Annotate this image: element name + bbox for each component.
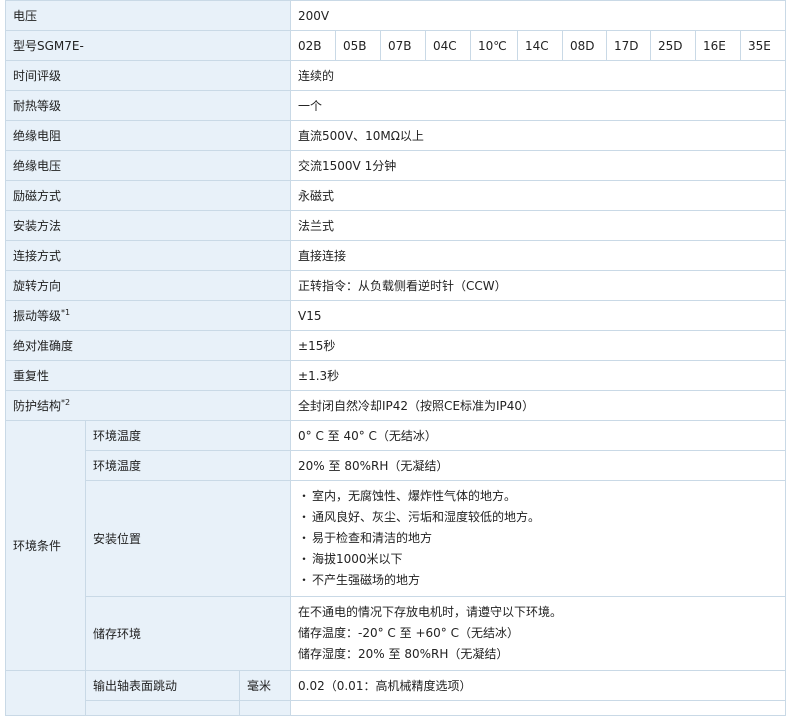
row-repeatability: 重复性 ±1.3秒: [4, 360, 787, 391]
vibration-label: 振动等级: [13, 308, 62, 323]
row-heat-class: 耐热等级 一个: [4, 90, 787, 121]
row-connection: 连接方式 直接连接: [4, 240, 787, 271]
environment-label: 环境条件: [5, 420, 86, 671]
row-install-location: 安装位置 ・室内，无腐蚀性、爆炸性气体的地方。 ・通风良好、灰尘、污垢和湿度较低…: [6, 480, 787, 597]
row-protection: 防护结构*2 全封闭自然冷却IP42（按照CE标准为IP40）: [4, 390, 787, 421]
cut-off-cell: [290, 700, 787, 716]
row-storage: 储存环境 在不通电的情况下存放电机时，请遵守以下环境。 储存温度：-20° C …: [6, 596, 787, 671]
storage-line: 在不通电的情况下存放电机时，请遵守以下环境。: [298, 605, 563, 619]
bullet-icon: ・: [298, 510, 311, 524]
ambient-temp-value: 0° C 至 40° C（无结冰）: [290, 420, 787, 451]
connection-label: 连接方式: [4, 240, 292, 271]
list-item: ・不产生强磁场的地方: [298, 570, 778, 591]
row-time-rating: 时间评级 连续的: [4, 60, 787, 91]
row-mounting: 安装方法 法兰式: [4, 210, 787, 241]
model-code: 17D: [606, 30, 652, 61]
abs-accuracy-label: 绝对准确度: [4, 330, 292, 361]
model-code: 07B: [380, 30, 427, 61]
model-code: 16E: [695, 30, 742, 61]
heat-class-value: 一个: [290, 90, 787, 121]
row-insulation-resistance: 绝缘电阻 直流500V、10MΩ以上: [4, 120, 787, 151]
vibration-value: V15: [290, 300, 787, 331]
insulation-resistance-value: 直流500V、10MΩ以上: [290, 120, 787, 151]
insulation-resistance-label: 绝缘电阻: [4, 120, 292, 151]
install-location-label: 安装位置: [84, 480, 292, 597]
heat-class-label: 耐热等级: [4, 90, 292, 121]
ambient-temp-label: 环境温度: [84, 420, 292, 451]
repeatability-value: ±1.3秒: [290, 360, 787, 391]
runout-value: 0.02（0.01：高机械精度选项）: [290, 670, 787, 701]
insulation-voltage-label: 绝缘电压: [4, 150, 292, 181]
bullet-icon: ・: [298, 531, 311, 545]
bullet-icon: ・: [298, 552, 311, 566]
row-ambient-humidity: 环境温度 20% 至 80%RH（无凝结）: [6, 450, 787, 481]
protection-label-cell: 防护结构*2: [4, 390, 292, 421]
voltage-label: 电压: [4, 0, 292, 31]
mounting-value: 法兰式: [290, 210, 787, 241]
model-code: 02B: [290, 30, 337, 61]
list-item: ・通风良好、灰尘、污垢和湿度较低的地方。: [298, 507, 778, 528]
protection-label: 防护结构: [13, 398, 62, 413]
cut-off-cell: [85, 700, 240, 716]
storage-line: 储存温度：-20° C 至 +60° C（无结冰）: [298, 626, 519, 640]
cut-off-cell: [238, 700, 292, 716]
install-location-list: ・室内，无腐蚀性、爆炸性气体的地方。 ・通风良好、灰尘、污垢和湿度较低的地方。 …: [298, 486, 778, 591]
model-code: 10℃: [470, 30, 519, 61]
list-item-text: 不产生强磁场的地方: [312, 573, 421, 587]
storage-value: 在不通电的情况下存放电机时，请遵守以下环境。 储存温度：-20° C 至 +60…: [290, 596, 787, 671]
row-model: 型号SGM7E- 02B 05B 07B 04C 10℃ 14C 08D 17D…: [4, 30, 787, 61]
time-rating-value: 连续的: [290, 60, 787, 91]
row-runout: 输出轴表面跳动 毫米 0.02（0.01：高机械精度选项）: [5, 670, 787, 716]
rotation-value: 正转指令：从负载侧看逆时针（CCW）: [290, 270, 787, 301]
row-voltage: 电压 200V: [4, 0, 787, 31]
storage-label: 储存环境: [84, 596, 292, 671]
vibration-label-cell: 振动等级*1: [4, 300, 292, 331]
model-code: 14C: [517, 30, 564, 61]
model-code: 08D: [562, 30, 608, 61]
storage-line: 储存湿度：20% 至 80%RH（无凝结）: [298, 647, 509, 661]
ambient-humidity-value: 20% 至 80%RH（无凝结）: [290, 450, 787, 481]
list-item: ・室内，无腐蚀性、爆炸性气体的地方。: [298, 486, 778, 507]
row-abs-accuracy: 绝对准确度 ±15秒: [4, 330, 787, 361]
model-code: 05B: [335, 30, 382, 61]
row-insulation-voltage: 绝缘电压 交流1500V 1分钟: [4, 150, 787, 181]
list-item-text: 通风良好、灰尘、污垢和湿度较低的地方。: [312, 510, 541, 524]
row-rotation: 旋转方向 正转指令：从负载侧看逆时针（CCW）: [4, 270, 787, 301]
rotation-label: 旋转方向: [4, 270, 292, 301]
model-code: 04C: [425, 30, 472, 61]
runout-label: 输出轴表面跳动: [85, 670, 240, 701]
ambient-humidity-label: 环境温度: [84, 450, 292, 481]
list-item: ・海拔1000米以下: [298, 549, 778, 570]
runout-unit: 毫米: [238, 670, 292, 701]
list-item: ・易于检查和清洁的地方: [298, 528, 778, 549]
bullet-icon: ・: [298, 489, 311, 503]
list-item-text: 室内，无腐蚀性、爆炸性气体的地方。: [312, 489, 517, 503]
model-code: 35E: [740, 30, 787, 61]
spec-table: 电压 200V 型号SGM7E- 02B 05B 07B 04C 10℃ 14C…: [4, 0, 787, 716]
voltage-value: 200V: [290, 0, 787, 31]
row-excitation: 励磁方式 永磁式: [4, 180, 787, 211]
mounting-label: 安装方法: [4, 210, 292, 241]
time-rating-label: 时间评级: [4, 60, 292, 91]
abs-accuracy-value: ±15秒: [290, 330, 787, 361]
connection-value: 直接连接: [290, 240, 787, 271]
insulation-voltage-value: 交流1500V 1分钟: [290, 150, 787, 181]
model-label: 型号SGM7E-: [4, 30, 292, 61]
footnote-marker: *2: [61, 397, 71, 407]
bullet-icon: ・: [298, 573, 311, 587]
excitation-value: 永磁式: [290, 180, 787, 211]
protection-value: 全封闭自然冷却IP42（按照CE标准为IP40）: [290, 390, 787, 421]
footnote-marker: *1: [61, 307, 71, 317]
row-cut-off: [6, 700, 787, 716]
model-code: 25D: [650, 30, 697, 61]
mechanical-group-cell: [5, 670, 86, 716]
list-item-text: 海拔1000米以下: [312, 552, 403, 566]
row-vibration: 振动等级*1 V15: [4, 300, 787, 331]
install-location-value: ・室内，无腐蚀性、爆炸性气体的地方。 ・通风良好、灰尘、污垢和湿度较低的地方。 …: [290, 480, 787, 597]
repeatability-label: 重复性: [4, 360, 292, 391]
storage-lines: 在不通电的情况下存放电机时，请遵守以下环境。 储存温度：-20° C 至 +60…: [298, 602, 778, 665]
list-item-text: 易于检查和清洁的地方: [312, 531, 433, 545]
excitation-label: 励磁方式: [4, 180, 292, 211]
row-ambient-temp: 环境条件 环境温度 0° C 至 40° C（无结冰）: [5, 420, 787, 671]
